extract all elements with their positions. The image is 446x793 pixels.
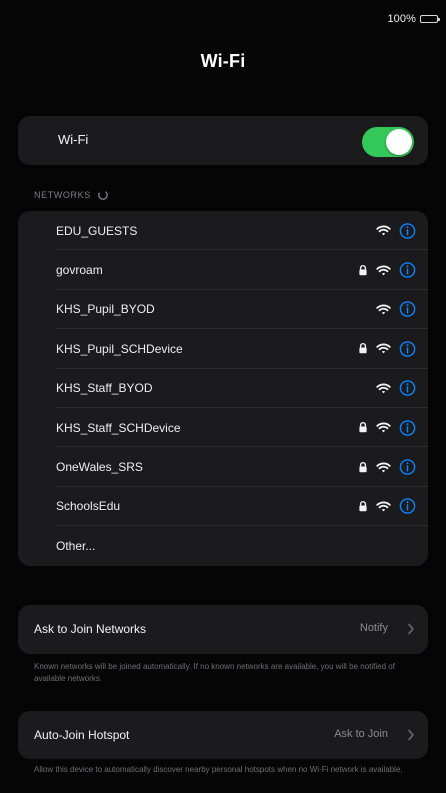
network-status-icons (358, 498, 416, 515)
info-icon[interactable] (399, 498, 416, 515)
lock-icon (359, 461, 367, 472)
network-row[interactable]: KHS_Pupil_SCHDevice (18, 329, 428, 369)
spinner-icon (97, 190, 108, 200)
chevron-right-icon (408, 729, 414, 741)
auto-join-hotspot-value: Ask to Join (334, 728, 388, 740)
battery-percentage: 100% (387, 13, 416, 25)
network-name: SchoolsEdu (56, 499, 121, 514)
network-name: KHS_Staff_SCHDevice (56, 420, 181, 435)
network-name: KHS_Pupil_SCHDevice (56, 341, 183, 356)
wifi-icon (376, 462, 391, 472)
network-status-icons (376, 222, 416, 239)
page-title: Wi-Fi (200, 51, 246, 71)
auto-join-hotspot-row[interactable]: Auto-Join Hotspot Ask to Join (18, 711, 428, 759)
network-name: OneWales_SRS (56, 460, 143, 475)
wifi-icon (376, 304, 391, 315)
network-name: KHS_Staff_BYOD (56, 381, 153, 396)
wifi-settings-screen: 100% Wi-Fi Wi-Fi NETWORKS EDU_GUESTS gov… (0, 0, 446, 793)
wifi-icon (376, 422, 391, 433)
network-status-icons (358, 459, 416, 476)
wifi-toggle-row: Wi-Fi (18, 116, 428, 165)
info-icon[interactable] (399, 380, 416, 397)
auto-join-hotspot-footnote: Allow this device to automatically disco… (34, 765, 403, 774)
auto-join-hotspot-card: Auto-Join Hotspot Ask to Join (18, 711, 428, 759)
wifi-icon (376, 383, 391, 394)
auto-join-hotspot-label: Auto-Join Hotspot (34, 728, 130, 742)
ask-to-join-card: Ask to Join Networks Notify (18, 605, 428, 654)
lock-icon (359, 264, 367, 275)
network-row[interactable]: govroam (18, 250, 428, 291)
info-icon[interactable] (399, 459, 416, 476)
info-icon[interactable] (399, 301, 416, 318)
wifi-toggle-card: Wi-Fi (18, 116, 428, 165)
ask-to-join-footnote: Known networks will be joined automatica… (34, 662, 395, 683)
wifi-toggle-label: Wi-Fi (58, 132, 89, 147)
lock-icon (359, 343, 367, 354)
wifi-icon (376, 225, 391, 236)
other-network-row[interactable]: Other... (18, 526, 428, 565)
network-name: KHS_Pupil_BYOD (56, 302, 155, 317)
ask-to-join-value: Notify (359, 622, 388, 634)
network-name: EDU_GUESTS (56, 223, 138, 238)
network-row[interactable]: EDU_GUESTS (18, 211, 428, 251)
ask-to-join-row[interactable]: Ask to Join Networks Notify (18, 605, 428, 654)
network-row[interactable]: OneWales_SRS (18, 447, 428, 488)
network-name: govroam (56, 263, 103, 278)
network-status-icons (358, 340, 416, 357)
networks-list: EDU_GUESTS govroam KHS_Pupil_BYOD KHS_Pu… (18, 211, 428, 566)
chevron-right-icon (408, 623, 414, 635)
other-network-label: Other... (56, 538, 96, 553)
wifi-icon (376, 343, 391, 354)
wifi-toggle-knob (386, 129, 412, 155)
wifi-toggle[interactable] (362, 127, 414, 157)
battery-status: 100% (387, 13, 440, 25)
info-icon[interactable] (399, 262, 416, 279)
lock-icon (359, 500, 367, 512)
info-icon[interactable] (399, 340, 416, 357)
network-row[interactable]: KHS_Staff_SCHDevice (18, 408, 428, 448)
network-row[interactable]: KHS_Pupil_BYOD (18, 290, 428, 330)
network-row[interactable]: SchoolsEdu (18, 487, 428, 527)
network-status-icons (358, 419, 416, 436)
status-bar: 100% (0, 0, 446, 38)
network-status-icons (358, 262, 416, 279)
battery-icon (420, 15, 440, 23)
networks-section-header: NETWORKS (34, 189, 109, 201)
network-row[interactable]: KHS_Staff_BYOD (18, 369, 428, 409)
wifi-icon (376, 265, 391, 275)
network-status-icons (376, 380, 416, 397)
info-icon[interactable] (399, 222, 416, 239)
networks-header-label: NETWORKS (34, 190, 91, 200)
ask-to-join-label: Ask to Join Networks (34, 622, 147, 636)
lock-icon (359, 422, 367, 433)
network-status-icons (376, 301, 416, 318)
wifi-icon (376, 501, 391, 512)
info-icon[interactable] (399, 419, 416, 436)
